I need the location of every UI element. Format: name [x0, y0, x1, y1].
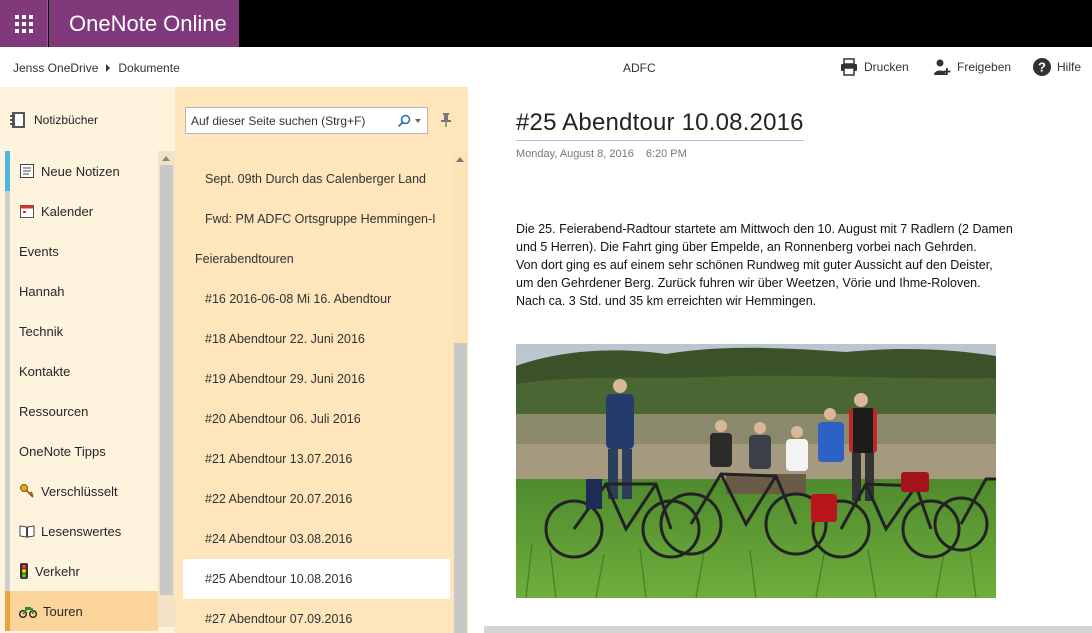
section-label: Kalender [41, 203, 94, 219]
section-item[interactable]: Technik [5, 311, 158, 351]
app-launcher-button[interactable] [0, 0, 48, 47]
page-item[interactable]: Fwd: PM ADFC Ortsgruppe Hemmingen-I [183, 199, 450, 239]
section-label: Neue Notizen [41, 163, 120, 179]
search-input[interactable]: Auf dieser Seite suchen (Strg+F) [191, 114, 397, 128]
breadcrumb-separator-icon [106, 64, 111, 72]
motorbike-icon [19, 604, 37, 618]
page-item[interactable]: #20 Abendtour 06. Juli 2016 [183, 399, 450, 439]
section-label: Events [19, 243, 59, 259]
print-button[interactable]: Drucken [840, 57, 909, 77]
scroll-up-icon[interactable] [162, 156, 170, 161]
section-label: Lesenswertes [41, 523, 122, 539]
section-list: Neue Notizen Kalender Events Hannah Technik K… [5, 151, 158, 631]
section-item[interactable]: Kontakte [5, 351, 158, 391]
help-icon: ? [1033, 58, 1051, 76]
waffle-icon [14, 14, 33, 33]
breadcrumb-owner-link[interactable]: Jenss OneDrive [13, 61, 98, 75]
section-item[interactable]: Verkehr [5, 551, 158, 591]
section-label: Hannah [19, 283, 65, 299]
page-item[interactable]: #18 Abendtour 22. Juni 2016 [183, 319, 450, 359]
breadcrumb-folder-link[interactable]: Dokumente [118, 61, 179, 75]
command-bar: Jenss OneDrive Dokumente ADFC Drucken Fr… [0, 47, 1092, 87]
note-canvas[interactable]: #25 Abendtour 10.08.2016 Monday, August … [468, 87, 1092, 633]
page-item[interactable]: #22 Abendtour 20.07.2016 [183, 479, 450, 519]
notebooks-button[interactable]: Notizbücher [10, 111, 98, 129]
section-item[interactable]: Neue Notizen [5, 151, 158, 191]
section-item[interactable]: Verschlüsselt [5, 471, 158, 511]
pin-icon[interactable] [441, 113, 451, 127]
section-item[interactable]: OneNote Tipps [5, 431, 158, 471]
notes-icon [19, 163, 35, 179]
page-search-box[interactable]: Auf dieser Seite suchen (Strg+F) [185, 107, 428, 134]
page-item[interactable]: #24 Abendtour 03.08.2016 [183, 519, 450, 559]
page-date: Monday, August 8, 2016 [516, 148, 634, 160]
key-icon [19, 483, 35, 499]
print-label: Drucken [864, 60, 909, 74]
page-list-scrollbar[interactable] [453, 151, 468, 633]
book-icon [19, 523, 35, 539]
page-item[interactable]: Sept. 09th Durch das Calenberger Land [183, 159, 450, 199]
document-title: ADFC [623, 61, 656, 75]
section-label: OneNote Tipps [19, 443, 106, 459]
page-time: 6:20 PM [645, 148, 687, 160]
body-line: Die 25. Feierabend-Radtour startete am M… [516, 222, 1013, 236]
body-line: Nach ca. 3 Std. und 35 km erreichten wir… [516, 294, 817, 308]
section-label: Technik [19, 323, 64, 339]
section-item[interactable]: Hannah [5, 271, 158, 311]
section-item[interactable]: Lesenswertes [5, 511, 158, 551]
share-button[interactable]: Freigeben [933, 57, 1011, 77]
notebooks-label: Notizbücher [34, 113, 99, 127]
printer-icon [841, 58, 857, 76]
page-list-scrollbar-thumb[interactable] [454, 343, 467, 633]
section-item[interactable]: Kalender [5, 191, 158, 231]
app-header: OneNote Online [0, 0, 1092, 47]
section-item[interactable]: Ressourcen [5, 391, 158, 431]
canvas-horizontal-scrollbar[interactable] [484, 626, 1092, 633]
section-item[interactable]: Touren [5, 591, 158, 631]
section-scrollbar[interactable] [158, 151, 175, 627]
app-title[interactable]: OneNote Online [49, 0, 239, 47]
group-photo-image [516, 344, 996, 598]
body-line: um den Gehrdener Berg. Zurück fuhren wir… [516, 276, 981, 290]
section-navigation: Notizbücher Neue Notizen Kalender Events Ha… [0, 87, 175, 633]
breadcrumb: Jenss OneDrive Dokumente [13, 61, 180, 75]
page-item[interactable]: #27 Abendtour 07.09.2016 [183, 599, 450, 633]
page-item[interactable]: #16 2016-06-08 Mi 16. Abendtour [183, 279, 450, 319]
add-person-icon [934, 59, 951, 75]
traffic-light-icon [19, 563, 29, 579]
section-scrollbar-thumb[interactable] [160, 165, 173, 595]
page-item[interactable]: #25 Abendtour 10.08.2016 [183, 559, 450, 599]
group-photo-cyclists[interactable] [516, 344, 996, 598]
notebook-icon [10, 112, 25, 128]
calendar-icon [19, 203, 35, 219]
page-timestamp: Monday, August 8, 2016 6:20 PM [516, 148, 687, 160]
page-body-text[interactable]: Die 25. Feierabend-Radtour startete am M… [516, 220, 1076, 310]
page-navigation: Auf dieser Seite suchen (Strg+F) Sept. 0… [175, 87, 468, 633]
page-title[interactable]: #25 Abendtour 10.08.2016 [516, 109, 804, 141]
help-button[interactable]: ? Hilfe [1033, 57, 1081, 77]
section-label: Verkehr [35, 563, 80, 579]
section-label: Ressourcen [19, 403, 89, 419]
page-item[interactable]: #21 Abendtour 13.07.2016 [183, 439, 450, 479]
section-item[interactable]: Events [5, 231, 158, 271]
section-label: Verschlüsselt [41, 483, 118, 499]
share-label: Freigeben [957, 60, 1012, 74]
search-options-chevron-icon[interactable] [415, 118, 421, 123]
search-icon[interactable] [397, 114, 411, 128]
body-line: Von dort ging es auf einem sehr schönen … [516, 258, 993, 272]
svg-text:?: ? [1038, 60, 1046, 75]
section-label: Kontakte [19, 363, 71, 379]
page-group-item[interactable]: Feierabendtouren [183, 239, 450, 279]
body-line: und 5 Herren). Die Fahrt ging über Empel… [516, 240, 977, 254]
scroll-up-icon[interactable] [456, 157, 464, 162]
section-label: Touren [43, 603, 83, 619]
help-label: Hilfe [1057, 60, 1082, 74]
page-list: Sept. 09th Durch das Calenberger Land Fwd… [183, 159, 450, 633]
page-item[interactable]: #19 Abendtour 29. Juni 2016 [183, 359, 450, 399]
